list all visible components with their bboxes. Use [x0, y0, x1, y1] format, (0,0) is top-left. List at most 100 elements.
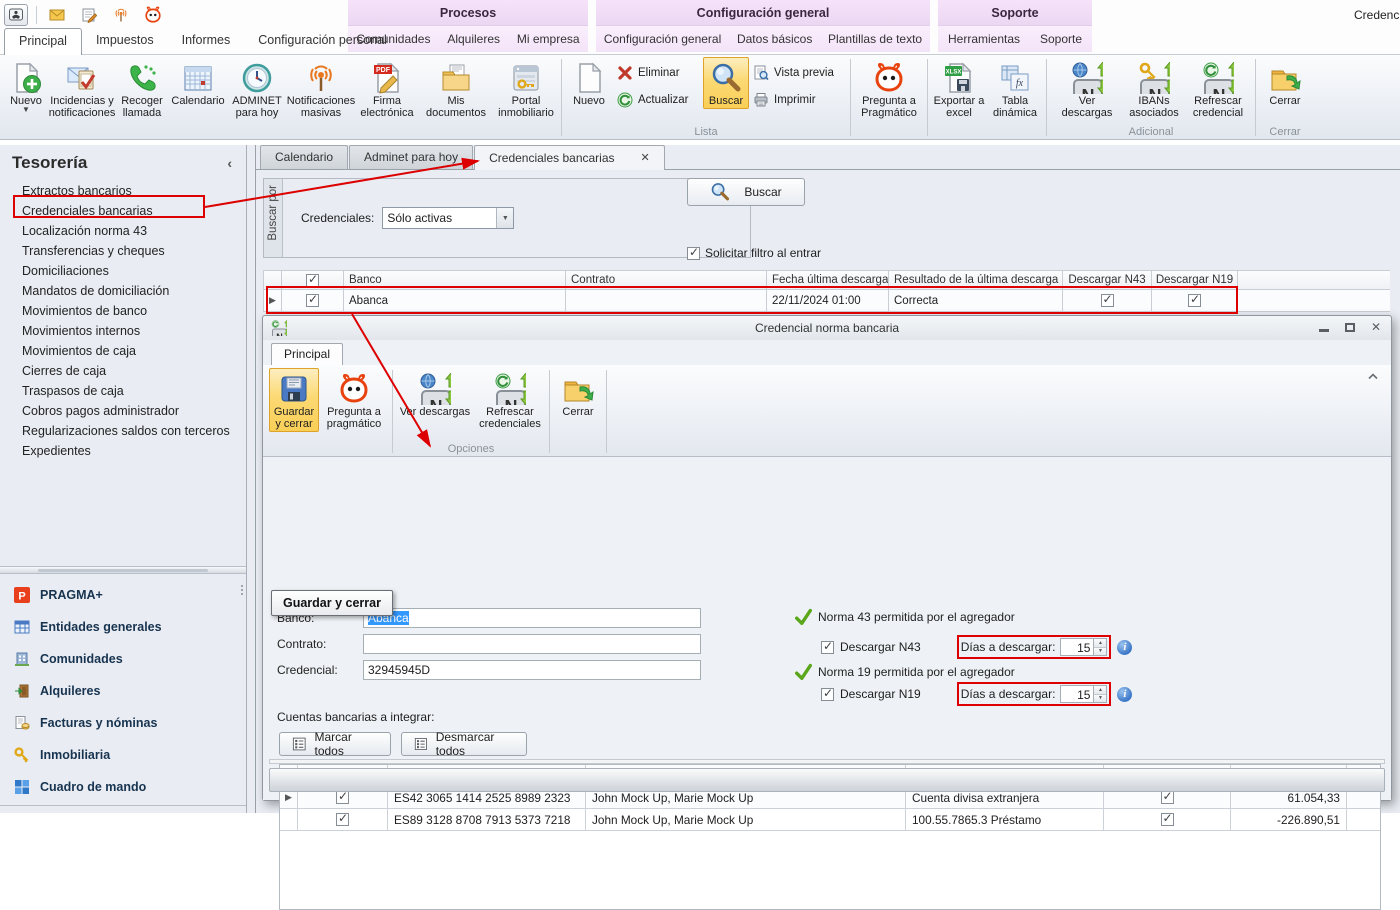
n19-days-input[interactable]: 15	[1060, 685, 1095, 703]
select-all-checkbox[interactable]	[306, 272, 319, 287]
contrato-input[interactable]	[363, 634, 701, 654]
nuevo-button[interactable]: Nuevo ▼	[4, 57, 48, 115]
mis-documentos-button[interactable]: Mis documentos	[418, 57, 494, 121]
tab-mi-empresa[interactable]: Mi empresa	[517, 32, 580, 46]
sidebar-item-credenciales[interactable]: Credenciales bancarias	[0, 201, 246, 221]
tab-datos-basicos[interactable]: Datos básicos	[737, 32, 812, 46]
solicitar-filtro-checkbox[interactable]	[687, 245, 700, 260]
sidebar-category-alquileres[interactable]: Alquileres	[0, 675, 246, 707]
sidebar-category-pragma[interactable]: PRAGMA+	[0, 579, 246, 611]
refrescar-credenciales-dialog-button[interactable]: Refrescar credenciales	[474, 368, 546, 432]
n43-days-spinner[interactable]: ▲ ▼	[1094, 638, 1108, 656]
collapse-ribbon-icon[interactable]	[1367, 372, 1379, 380]
sidebar-item-mandatos[interactable]: Mandatos de domiciliación	[0, 281, 246, 301]
buscar-button[interactable]: Buscar	[703, 57, 749, 109]
sidebar-item-traspasos[interactable]: Traspasos de caja	[0, 381, 246, 401]
col-n19[interactable]: Descargar N19	[1152, 270, 1238, 290]
sidebar-item-regularizaciones[interactable]: Regularizaciones saldos con terceros	[0, 421, 246, 441]
ver-descargas-dialog-button[interactable]: Ver descargas	[396, 368, 474, 420]
credential-row[interactable]: ▶ Abanca 22/11/2024 01:00 Correcta	[263, 290, 1390, 312]
portal-inmobiliario-button[interactable]: Portal inmobiliario	[494, 57, 558, 121]
tab-herramientas[interactable]: Herramientas	[948, 32, 1020, 46]
propietario-checkbox[interactable]	[1160, 811, 1174, 826]
sidebar-item-mov-banco[interactable]: Movimientos de banco	[0, 301, 246, 321]
sidebar-item-mov-internos[interactable]: Movimientos internos	[0, 321, 246, 341]
credencial-input[interactable]: 32945945D	[363, 660, 701, 680]
tab-soporte[interactable]: Soporte	[1040, 32, 1082, 46]
adminet-hoy-button[interactable]: ADMINET para hoy	[228, 57, 286, 121]
cargar-extracto-checkbox[interactable]	[336, 811, 349, 826]
n19-days-spinner[interactable]: ▲ ▼	[1094, 685, 1108, 703]
sidebar-category-entidades[interactable]: Entidades generales	[0, 611, 246, 643]
tab-configuracion-personal[interactable]: Configuración personal	[244, 28, 401, 55]
sidebar-item-localizacion[interactable]: Localización norma 43	[0, 221, 246, 241]
desmarcar-todos-button[interactable]: Desmarcar todos	[401, 730, 527, 758]
dialog-titlebar[interactable]: Credencial norma bancaria ✕	[263, 316, 1391, 340]
exportar-excel-button[interactable]: Exportar a excel	[931, 57, 987, 121]
info-icon[interactable]: i	[1117, 686, 1133, 702]
sidebar-splitter[interactable]	[0, 566, 246, 574]
pregunta-pragmatico-dialog-button[interactable]: Pregunta a pragmático	[319, 368, 389, 432]
banco-input[interactable]: Abanca	[363, 608, 701, 628]
sidebar-collapse-icon[interactable]: ‹	[223, 155, 236, 171]
account-row[interactable]: ES89 3128 8708 7913 5373 7218 John Mock …	[280, 809, 1380, 831]
descargar-n43-checkbox[interactable]	[821, 639, 834, 654]
guardar-cerrar-button[interactable]: Guardar y cerrar	[269, 368, 319, 432]
propietario-checkbox[interactable]	[1160, 789, 1174, 804]
sidebar-item-transferencias[interactable]: Transferencias y cheques	[0, 241, 246, 261]
col-contrato[interactable]: Contrato	[566, 270, 767, 290]
broadcast-quick-icon[interactable]	[109, 4, 133, 26]
doc-tab-calendario[interactable]: Calendario	[260, 145, 349, 169]
ver-descargas-button[interactable]: Ver descargas	[1050, 57, 1124, 121]
sidebar-item-expedientes[interactable]: Expedientes	[0, 441, 246, 461]
vista-previa-button[interactable]: Vista previa	[753, 65, 843, 81]
sidebar-category-inmobiliaria[interactable]: Inmobiliaria	[0, 739, 246, 771]
sidebar-item-extractos[interactable]: Extractos bancarios	[0, 181, 246, 201]
notificaciones-masivas-button[interactable]: Notificaciones masivas	[286, 57, 356, 121]
pragmatico-quick-icon[interactable]	[141, 4, 165, 26]
doc-tab-credenciales[interactable]: Credenciales bancarias ✕	[474, 145, 665, 170]
dialog-footer-bar[interactable]	[269, 768, 1385, 792]
eliminar-button[interactable]: Eliminar	[617, 65, 699, 81]
actualizar-button[interactable]: Actualizar	[617, 92, 699, 108]
col-resultado[interactable]: Resultado de la última descarga	[889, 270, 1063, 290]
chevron-down-icon[interactable]: ▼	[496, 208, 514, 228]
marcar-todos-button[interactable]: Marcar todos	[279, 730, 391, 758]
ibans-asociados-button[interactable]: IBANs asociados	[1124, 57, 1184, 121]
credenciales-dropdown[interactable]: Sólo activas ▼	[382, 207, 515, 229]
col-n43[interactable]: Descargar N43	[1063, 270, 1152, 290]
n43-days-input[interactable]: 15	[1060, 638, 1095, 656]
sidebar-category-partial[interactable]	[0, 805, 246, 813]
restore-icon[interactable]	[1344, 322, 1355, 332]
mail-quick-icon[interactable]	[45, 4, 69, 26]
firma-electronica-button[interactable]: Firma electrónica	[356, 57, 418, 121]
tabla-dinamica-button[interactable]: Tabla dinámica	[987, 57, 1043, 121]
notes-quick-icon[interactable]	[77, 4, 101, 26]
sidebar-category-facturas[interactable]: Facturas y nóminas	[0, 707, 246, 739]
sidebar-item-domiciliaciones[interactable]: Domiciliaciones	[0, 261, 246, 281]
phone-quick-icon[interactable]	[4, 4, 28, 26]
info-icon[interactable]: i	[1117, 639, 1133, 655]
col-fecha[interactable]: Fecha última descarga	[767, 270, 889, 290]
close-icon[interactable]: ✕	[1371, 321, 1381, 333]
row-checkbox[interactable]	[306, 292, 319, 307]
tab-plantillas-texto[interactable]: Plantillas de texto	[828, 32, 922, 46]
sidebar-item-cobros[interactable]: Cobros pagos administrador	[0, 401, 246, 421]
minimize-icon[interactable]	[1318, 329, 1329, 332]
dialog-tab-principal[interactable]: Principal	[271, 343, 344, 365]
sidebar-category-cuadro[interactable]: Cuadro de mando	[0, 771, 246, 803]
tab-principal[interactable]: Principal	[4, 28, 82, 55]
tab-informes[interactable]: Informes	[168, 28, 245, 55]
cargar-extracto-checkbox[interactable]	[336, 789, 349, 804]
imprimir-button[interactable]: Imprimir	[753, 92, 843, 108]
recoger-llamada-button[interactable]: Recoger llamada	[116, 57, 168, 121]
sidebar-item-mov-caja[interactable]: Movimientos de caja	[0, 341, 246, 361]
calendario-button[interactable]: Calendario	[168, 57, 228, 109]
buscar-panel-button[interactable]: Buscar	[687, 178, 805, 206]
incidencias-button[interactable]: Incidencias y notificaciones	[48, 57, 116, 121]
n19-checkbox[interactable]	[1188, 292, 1201, 307]
cerrar-button[interactable]: Cerrar	[1259, 57, 1311, 109]
refrescar-credencial-button[interactable]: Refrescar credencial	[1184, 57, 1252, 121]
descargar-n19-checkbox[interactable]	[821, 686, 834, 701]
tab-alquileres[interactable]: Alquileres	[447, 32, 500, 46]
